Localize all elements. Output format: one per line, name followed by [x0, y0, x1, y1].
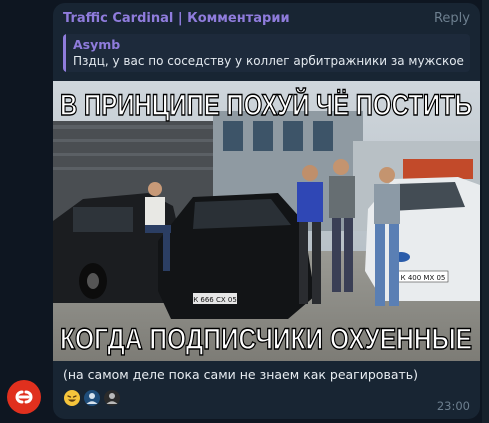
meme-bottom-text: КОГДА ПОДПИСЧИКИ ОХУЕННЫЕ	[60, 323, 472, 356]
channel-avatar[interactable]	[7, 380, 41, 414]
quote-text: Пздц, у вас по соседству у коллег арбитр…	[73, 54, 464, 68]
message-bubble: Traffic Cardinal | Комментарии Reply Asy…	[53, 3, 480, 419]
plate-left: К 666 СХ 05	[193, 296, 237, 304]
message-time: 23:00	[436, 399, 470, 413]
user-avatar-icon[interactable]	[83, 389, 101, 407]
car-center: К 666 СХ 05	[158, 193, 315, 319]
laughing-emoji-icon[interactable]	[63, 389, 81, 407]
quote-accent-bar	[63, 34, 66, 72]
reply-quote[interactable]: Asymb Пздц, у вас по соседству у коллег …	[63, 34, 470, 72]
message-header: Traffic Cardinal | Комментарии Reply	[63, 11, 470, 29]
quote-author: Asymb	[73, 37, 121, 52]
meme-image[interactable]: К 666 СХ 05 К 400 МХ 05 В ПРИНЦИПЕ ПОХУЙ…	[53, 81, 480, 361]
reply-button[interactable]: Reply	[434, 11, 470, 26]
message-caption: (на самом деле пока сами не знаем как ре…	[63, 367, 418, 382]
sender-name[interactable]: Traffic Cardinal | Комментарии	[63, 11, 290, 26]
reactions-row[interactable]	[63, 389, 121, 407]
link-chain-icon	[15, 390, 33, 404]
chat-scroll-strip	[482, 0, 489, 423]
user-avatar-icon[interactable]	[103, 389, 121, 407]
meme-top-text: В ПРИНЦИПЕ ПОХУЙ ЧЁ ПОСТИТЬ	[60, 88, 472, 122]
plate-right: К 400 МХ 05	[401, 274, 446, 282]
